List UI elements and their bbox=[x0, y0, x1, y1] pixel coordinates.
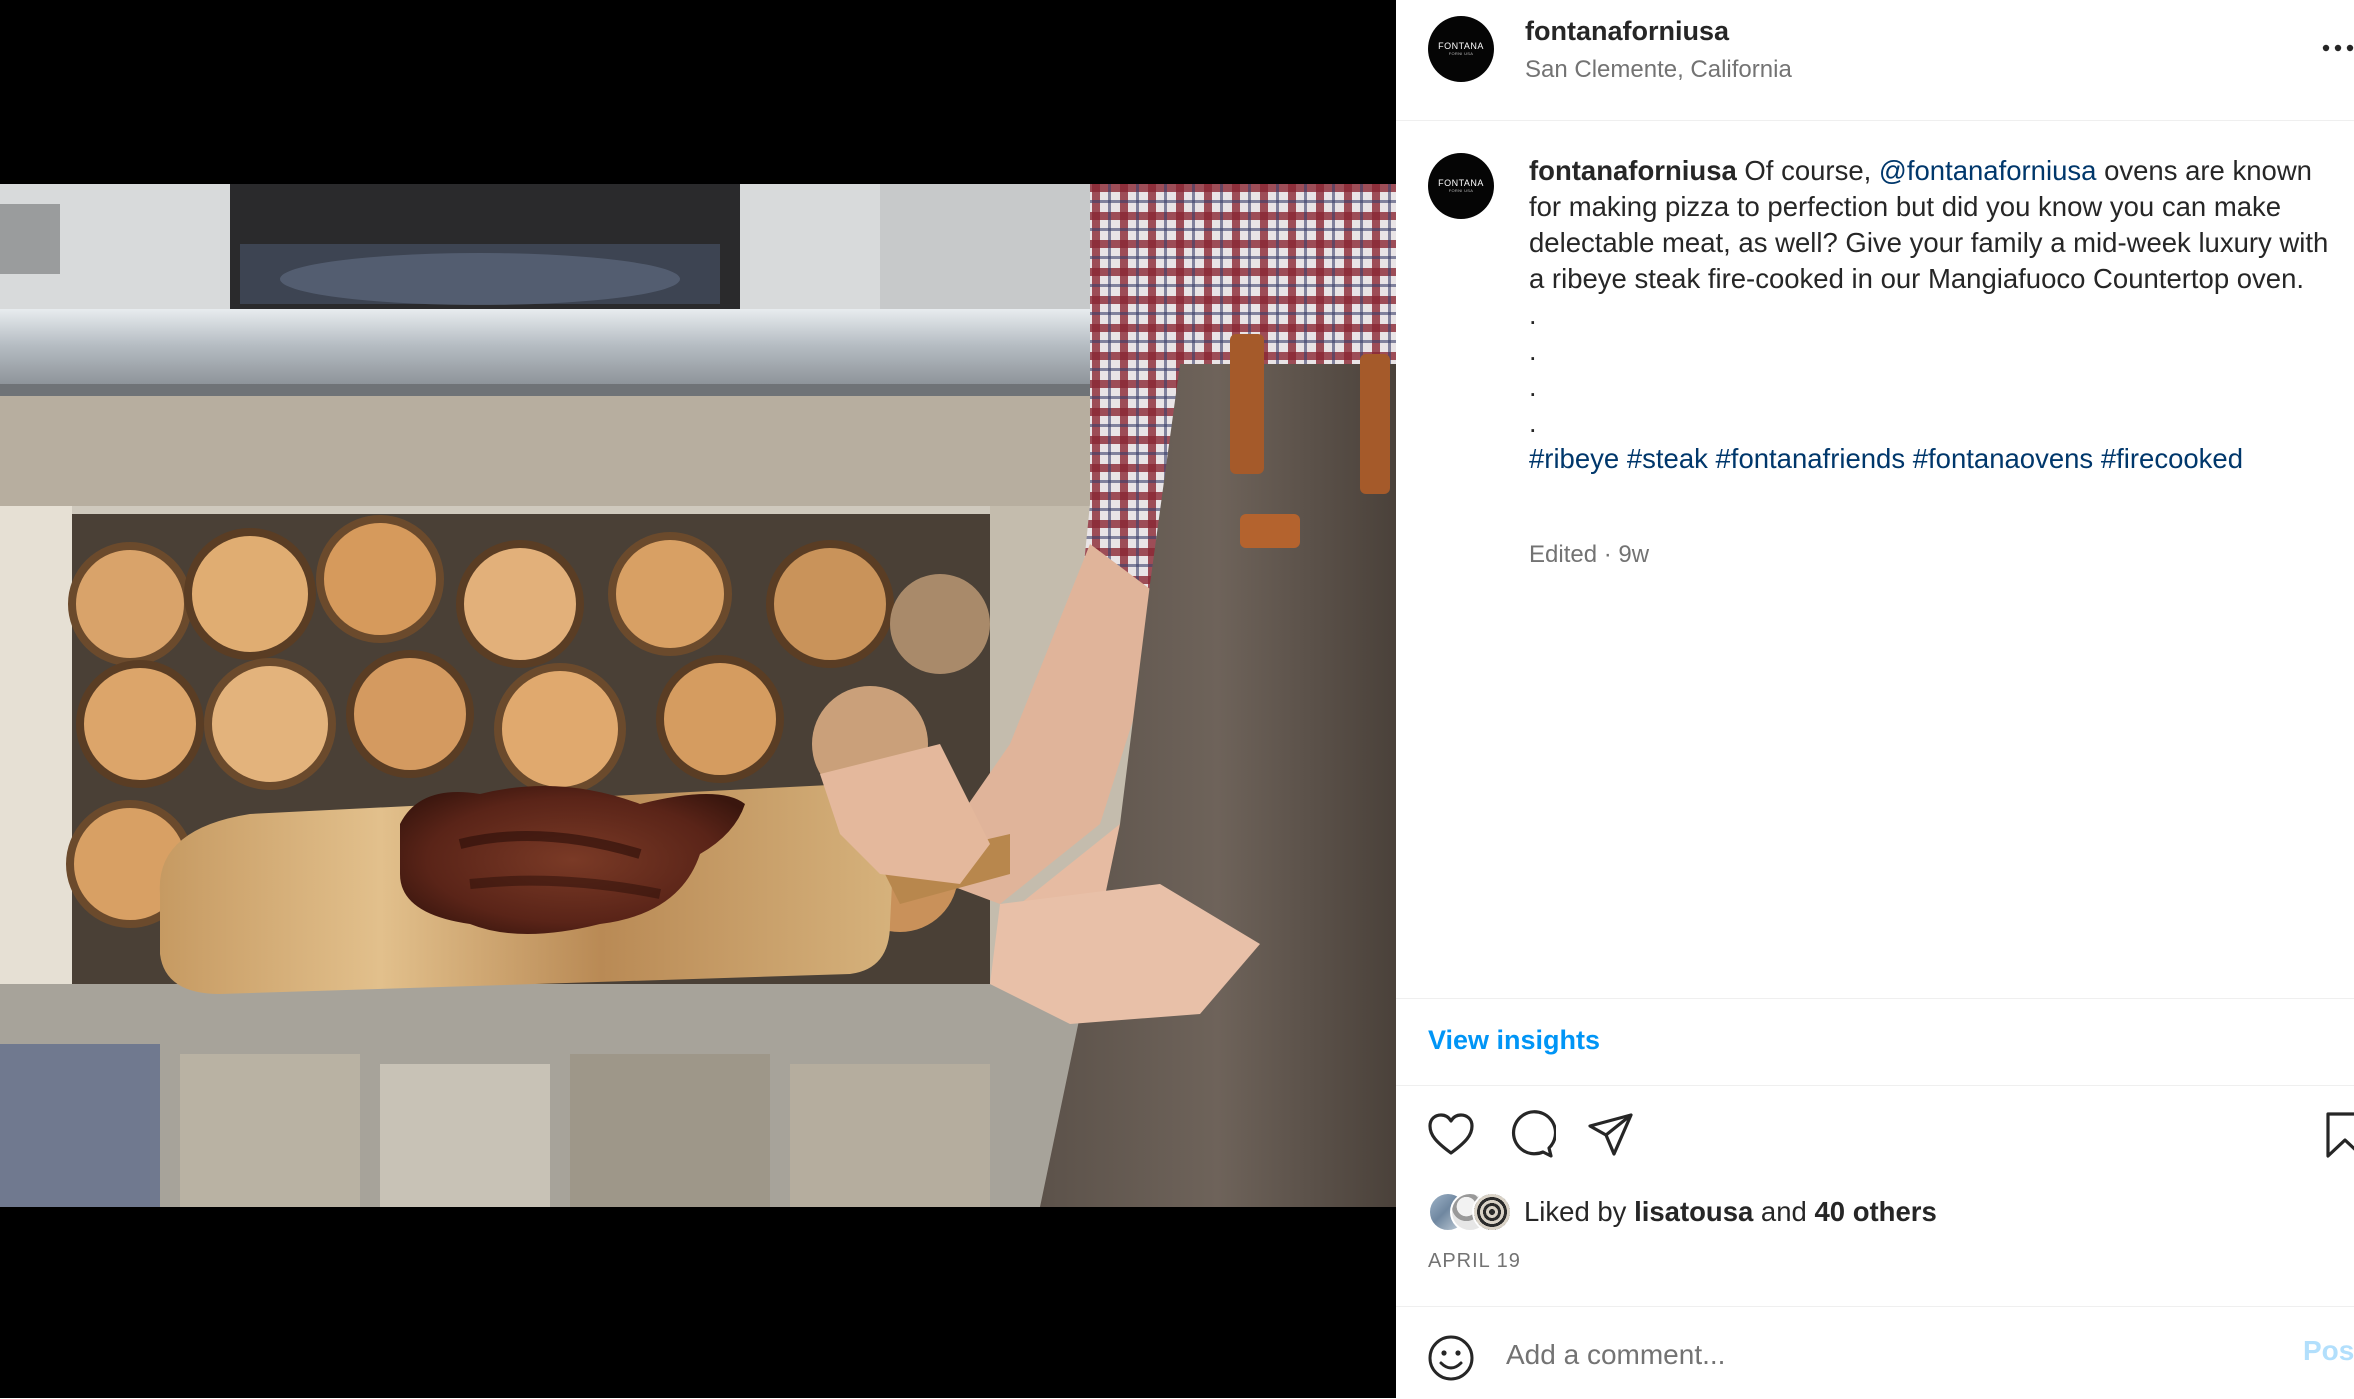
avatar-logo: FONTANA FORNI USA bbox=[1438, 41, 1484, 56]
hashtag-link[interactable]: #fontanafriends bbox=[1716, 443, 1906, 474]
heart-icon[interactable] bbox=[1426, 1110, 1476, 1160]
view-insights-link[interactable]: View insights bbox=[1428, 1025, 1600, 1056]
caption-dot: . bbox=[1529, 336, 1537, 366]
likes-summary: Liked by lisatousa and 40 others bbox=[1428, 1190, 2328, 1236]
comment-icon[interactable] bbox=[1506, 1110, 1556, 1160]
liker-avatar[interactable] bbox=[1472, 1192, 1512, 1232]
caption-text-start: Of course, bbox=[1736, 155, 1879, 186]
profile-avatar[interactable]: FONTANA FORNI USA bbox=[1428, 16, 1494, 82]
caption-dot: . bbox=[1529, 408, 1537, 438]
post-side-panel: FONTANA FORNI USA fontanaforniusa San Cl… bbox=[1396, 0, 2354, 1398]
insights-row: View insights bbox=[1396, 998, 2354, 1086]
emoji-icon[interactable] bbox=[1426, 1333, 1476, 1383]
comment-input[interactable] bbox=[1506, 1333, 2106, 1377]
liker-username-link[interactable]: lisatousa bbox=[1634, 1196, 1753, 1227]
post-media[interactable] bbox=[0, 0, 1396, 1398]
action-bar bbox=[1396, 1110, 2354, 1160]
post-header: FONTANA FORNI USA fontanaforniusa San Cl… bbox=[1396, 0, 2354, 121]
post-comment-button[interactable]: Post bbox=[2303, 1335, 2354, 1367]
comment-composer: Post bbox=[1396, 1306, 2354, 1399]
hashtag-list: #ribeye #steak #fontanafriends #fontanao… bbox=[1529, 441, 2329, 477]
caption-text: fontanaforniusa Of course, @fontanaforni… bbox=[1529, 153, 2329, 477]
post-caption-section: FONTANA FORNI USA fontanaforniusa Of cou… bbox=[1396, 121, 2354, 998]
header-username[interactable]: fontanaforniusa bbox=[1525, 16, 1729, 47]
caption-meta: Edited · 9w bbox=[1529, 541, 1650, 568]
post-photo bbox=[0, 184, 1396, 1207]
post-date: APRIL 19 bbox=[1428, 1250, 1521, 1272]
caption-dot: . bbox=[1529, 372, 1537, 402]
likes-text: Liked by lisatousa and 40 others bbox=[1524, 1196, 1937, 1227]
hashtag-link[interactable]: #ribeye bbox=[1529, 443, 1619, 474]
bookmark-icon[interactable] bbox=[2320, 1110, 2354, 1160]
more-horizontal-icon[interactable] bbox=[2320, 32, 2354, 64]
avatar-logo: FONTANA FORNI USA bbox=[1438, 178, 1484, 193]
likes-others-link[interactable]: 40 others bbox=[1814, 1196, 1936, 1227]
caption-avatar[interactable]: FONTANA FORNI USA bbox=[1428, 153, 1494, 219]
caption-dot: . bbox=[1529, 300, 1537, 330]
hashtag-link[interactable]: #firecooked bbox=[2101, 443, 2243, 474]
caption-mention[interactable]: @fontanaforniusa bbox=[1879, 155, 2097, 186]
share-icon[interactable] bbox=[1586, 1110, 1636, 1160]
hashtag-link[interactable]: #fontanaovens bbox=[1913, 443, 2093, 474]
header-location[interactable]: San Clemente, California bbox=[1525, 56, 1792, 84]
caption-username[interactable]: fontanaforniusa bbox=[1529, 155, 1737, 186]
hashtag-link[interactable]: #steak bbox=[1627, 443, 1708, 474]
